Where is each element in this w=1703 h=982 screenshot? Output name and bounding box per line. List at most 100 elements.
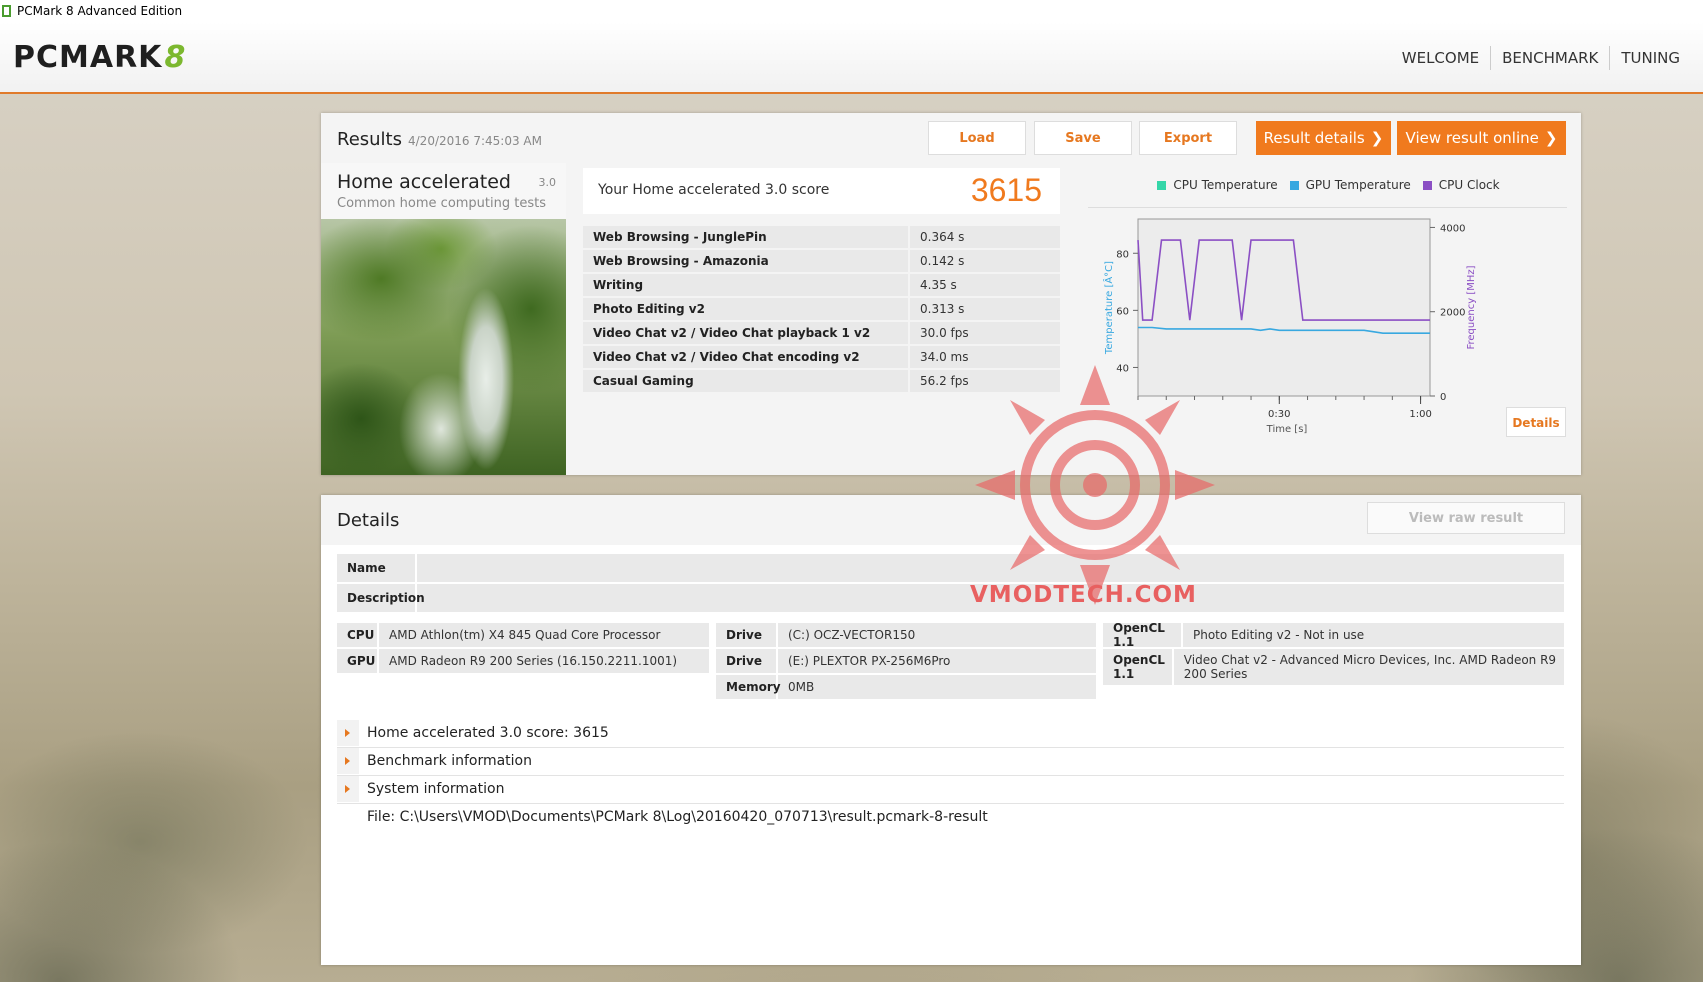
system-info-value: (C:) OCZ-VECTOR150 (788, 628, 916, 642)
nav-welcome[interactable]: WELCOME (1391, 46, 1490, 70)
system-info-right: OpenCL 1.1 Photo Editing v2 - Not in use O… (1103, 621, 1564, 687)
system-info-row: Drive (E:) PLEXTOR PX-256M6Pro (716, 649, 1096, 673)
subscore-value: 4.35 s (908, 274, 1060, 296)
score-value: 3615 (970, 172, 1042, 208)
y-right-tick-label: 4000 (1440, 223, 1465, 234)
results-title: Results (337, 129, 402, 150)
chart-details-button[interactable]: Details (1506, 407, 1566, 437)
chevron-right-icon: ❯ (1544, 129, 1558, 147)
details-header: Details View raw result (321, 495, 1581, 545)
view-online-button[interactable]: View result online ❯ (1397, 121, 1566, 155)
system-info-key: Drive (716, 623, 778, 647)
load-button[interactable]: Load (928, 121, 1026, 155)
name-row: Name (337, 554, 1564, 582)
subscore-name: Writing (583, 274, 908, 296)
score-box: Your Home accelerated 3.0 score 3615 (583, 168, 1060, 214)
system-info-key: GPU (337, 649, 379, 673)
expand-arrow-icon[interactable] (337, 720, 359, 746)
result-details-button[interactable]: Result details ❯ (1256, 121, 1391, 155)
legend-label: CPU Clock (1438, 178, 1500, 192)
legend-divider (1088, 207, 1567, 208)
view-online-label: View result online (1405, 129, 1539, 147)
expand-arrow-icon[interactable] (337, 776, 359, 802)
system-info-row: Drive (C:) OCZ-VECTOR150 (716, 623, 1096, 647)
system-info-key: OpenCL 1.1 (1103, 649, 1174, 685)
system-info-key: OpenCL 1.1 (1103, 621, 1183, 649)
watermark-text: VMODTECH.COM (970, 582, 1197, 608)
view-raw-result-button[interactable]: View raw result (1367, 502, 1565, 534)
expand-arrow-icon[interactable] (337, 748, 359, 774)
legend-swatch (1157, 180, 1167, 190)
results-header: Results 4/20/2016 7:45:03 AM Load Save E… (321, 113, 1581, 163)
system-info-row: OpenCL 1.1 Photo Editing v2 - Not in use (1103, 621, 1564, 649)
vmodtech-watermark-logo (975, 365, 1215, 605)
subscore-name: Web Browsing - Amazonia (583, 250, 908, 272)
test-card: Home accelerated 3.0 Common home computi… (321, 163, 566, 475)
nav-tuning[interactable]: TUNING (1609, 46, 1691, 70)
y-left-tick-label: 60 (1116, 306, 1129, 317)
subscore-row: Video Chat v2 / Video Chat playback 1 v2… (583, 322, 1060, 344)
main-nav: WELCOME BENCHMARK TUNING (1391, 46, 1691, 70)
expandable-sections: Home accelerated 3.0 score: 3615 Benchma… (337, 720, 1564, 804)
x-tick-label: 1:00 (1409, 409, 1431, 420)
system-info-key: CPU (337, 623, 379, 647)
export-button[interactable]: Export (1139, 121, 1237, 155)
chart-legend: CPU Temperature GPU Temperature CPU Cloc… (1076, 163, 1581, 207)
nav-benchmark[interactable]: BENCHMARK (1490, 46, 1609, 70)
y-right-tick-label: 0 (1440, 392, 1446, 403)
logo-text: PCMARK (13, 40, 163, 75)
description-label: Description (337, 584, 425, 612)
results-date: 4/20/2016 7:45:03 AM (408, 134, 542, 148)
result-details-label: Result details (1263, 129, 1365, 147)
legend-swatch (1289, 180, 1299, 190)
window-titlebar: PCMark 8 Advanced Edition (0, 0, 1703, 22)
system-info-left: CPU AMD Athlon(tm) X4 845 Quad Core Proce… (337, 623, 709, 675)
subscore-row: Writing 4.35 s (583, 274, 1060, 296)
system-info-row: CPU AMD Athlon(tm) X4 845 Quad Core Proce… (337, 623, 709, 647)
logo-version: 8 (164, 40, 187, 75)
system-info-row: GPU AMD Radeon R9 200 Series (16.150.2211… (337, 649, 709, 673)
section-label: Home accelerated 3.0 score: 3615 (367, 725, 609, 741)
system-info-value: AMD Athlon(tm) X4 845 Quad Core Processo… (389, 628, 661, 642)
subscore-row: Photo Editing v2 0.313 s (583, 298, 1060, 320)
y-left-axis-label: Temperature [Â°C] (1102, 261, 1115, 355)
app-header: PCMARK8 WELCOME BENCHMARK TUNING (0, 22, 1703, 94)
x-axis-label: Time [s] (1266, 424, 1308, 435)
section-label: Benchmark information (367, 753, 532, 769)
subscore-value: 30.0 fps (908, 322, 1060, 344)
system-info-row: Memory 0MB (716, 675, 1096, 699)
score-label: Your Home accelerated 3.0 score (598, 182, 830, 198)
legend-label: GPU Temperature (1305, 178, 1411, 192)
test-name: Home accelerated (337, 171, 511, 193)
system-info-value: (E:) PLEXTOR PX-256M6Pro (788, 654, 951, 668)
save-button[interactable]: Save (1034, 121, 1132, 155)
expand-score-section[interactable]: Home accelerated 3.0 score: 3615 (337, 720, 1564, 748)
details-title: Details (337, 510, 400, 531)
legend-label: CPU Temperature (1173, 178, 1278, 192)
system-info-key: Drive (716, 649, 778, 673)
details-panel: Details View raw result Name Description… (321, 495, 1581, 965)
y-left-tick-label: 80 (1116, 249, 1129, 260)
system-info-value: 0MB (788, 680, 815, 694)
results-panel: Results 4/20/2016 7:45:03 AM Load Save E… (321, 113, 1581, 475)
subscore-name: Video Chat v2 / Video Chat encoding v2 (583, 346, 908, 368)
expand-benchmark-info[interactable]: Benchmark information (337, 748, 1564, 776)
subscore-row: Web Browsing - Amazonia 0.142 s (583, 250, 1060, 272)
subscore-value: 0.313 s (908, 298, 1060, 320)
y-right-tick-label: 2000 (1440, 308, 1465, 319)
subscore-value: 0.142 s (908, 250, 1060, 272)
description-row: Description (337, 584, 1564, 612)
subscore-name: Photo Editing v2 (583, 298, 908, 320)
system-info-key: Memory (716, 675, 781, 699)
system-info-value: AMD Radeon R9 200 Series (16.150.2211.10… (389, 654, 678, 668)
x-tick-label: 0:30 (1268, 409, 1290, 420)
system-info-row: OpenCL 1.1 Video Chat v2 - Advanced Micro… (1103, 649, 1564, 685)
subscore-name: Casual Gaming (583, 370, 908, 392)
section-label: System information (367, 781, 505, 797)
legend-item: CPU Temperature (1157, 178, 1278, 192)
chevron-right-icon: ❯ (1370, 129, 1384, 147)
test-description: Common home computing tests (337, 196, 546, 211)
pcmark-logo: PCMARK8 (13, 40, 186, 75)
expand-system-info[interactable]: System information (337, 776, 1564, 804)
system-info-value: Photo Editing v2 - Not in use (1193, 628, 1365, 642)
